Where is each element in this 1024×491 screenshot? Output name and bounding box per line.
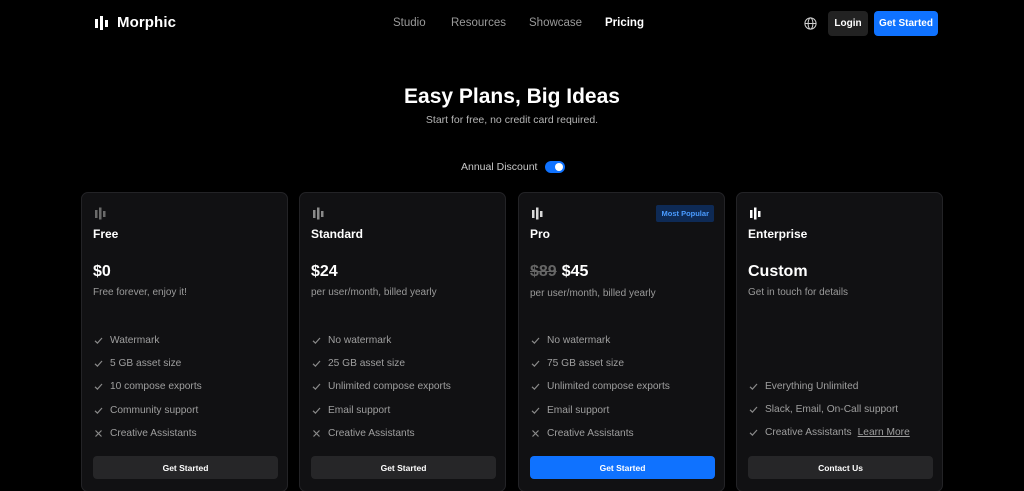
- feature-item: Creative Assistants Learn More: [748, 421, 910, 444]
- feature-item: 25 GB asset size: [311, 352, 451, 375]
- plan-name: Standard: [311, 227, 364, 241]
- feature-item: Unlimited compose exports: [311, 375, 451, 398]
- feature-item: Creative Assistants: [311, 422, 451, 445]
- plan-icon: [750, 207, 761, 220]
- x-icon: [532, 429, 539, 437]
- check-icon: [312, 384, 321, 391]
- most-popular-badge: Most Popular: [656, 205, 714, 222]
- annual-discount-control: Annual Discount: [461, 161, 566, 173]
- top-nav: Morphic Studio Resources Showcase Pricin…: [0, 0, 1024, 46]
- nav-link-resources[interactable]: Resources: [451, 17, 506, 29]
- nav-link-pricing[interactable]: Pricing: [605, 17, 644, 29]
- check-icon: [531, 360, 540, 368]
- price-value: $45: [561, 263, 589, 280]
- plan-price: $0: [93, 263, 111, 281]
- plan-price: $24: [311, 263, 338, 281]
- price-value: $24: [311, 263, 338, 280]
- plan-card-enterprise: Enterprise Custom Get in touch for detai…: [736, 192, 943, 491]
- plan-price-subtitle: Get in touch for details: [748, 287, 849, 298]
- x-icon: [95, 429, 102, 437]
- get-started-button[interactable]: Get Started: [530, 456, 715, 479]
- morphic-logo-icon: [95, 15, 108, 30]
- login-button[interactable]: Login: [828, 11, 868, 36]
- feature-item: Everything Unlimited: [748, 375, 910, 398]
- check-icon: [94, 337, 103, 345]
- plan-name: Pro: [530, 227, 551, 241]
- get-started-button[interactable]: Get Started: [93, 456, 278, 479]
- price-value: Custom: [748, 263, 808, 280]
- plan-icon: [313, 207, 324, 220]
- page-title: Easy Plans, Big Ideas: [404, 85, 620, 108]
- globe-icon[interactable]: [804, 17, 817, 30]
- feature-item: Email support: [530, 399, 670, 422]
- feature-item: Watermark: [93, 329, 202, 352]
- plan-icon: [95, 207, 106, 220]
- check-icon: [749, 383, 758, 391]
- feature-item: Community support: [93, 399, 202, 422]
- feature-list: No watermark 25 GB asset size Unlimited …: [311, 329, 451, 445]
- plan-card-free: Free $0 Free forever, enjoy it! Watermar…: [81, 192, 288, 491]
- plan-price: Custom: [748, 263, 808, 281]
- feature-item: Unlimited compose exports: [530, 375, 670, 398]
- check-icon: [94, 384, 103, 391]
- plan-card-pro: Most Popular Pro $89 $45 per user/month, …: [518, 192, 725, 491]
- feature-item: Creative Assistants: [530, 422, 670, 445]
- check-icon: [749, 406, 758, 414]
- plan-price-subtitle: per user/month, billed yearly: [530, 288, 656, 299]
- x-icon: [313, 429, 320, 437]
- check-icon: [312, 337, 321, 345]
- feature-item: 75 GB asset size: [530, 352, 670, 375]
- feature-list: Everything Unlimited Slack, Email, On-Ca…: [748, 375, 910, 445]
- check-icon: [312, 407, 321, 414]
- brand-logo[interactable]: Morphic: [95, 14, 176, 31]
- contact-us-button[interactable]: Contact Us: [748, 456, 933, 479]
- plan-icon: [532, 207, 543, 220]
- feature-item: Creative Assistants: [93, 422, 202, 445]
- price-value: $0: [93, 263, 111, 280]
- plan-name: Free: [93, 227, 119, 241]
- feature-item: No watermark: [530, 329, 670, 352]
- feature-list: Watermark 5 GB asset size 10 compose exp…: [93, 329, 202, 445]
- annual-discount-label: Annual Discount: [461, 161, 538, 173]
- check-icon: [531, 384, 540, 391]
- nav-link-studio[interactable]: Studio: [393, 17, 426, 29]
- plan-name: Enterprise: [748, 227, 808, 241]
- plan-price-subtitle: per user/month, billed yearly: [311, 287, 437, 298]
- plan-card-standard: Standard $24 per user/month, billed year…: [299, 192, 506, 491]
- old-price: $89: [530, 263, 557, 280]
- check-icon: [531, 337, 540, 345]
- annual-discount-toggle[interactable]: [545, 161, 566, 173]
- toggle-knob: [555, 163, 564, 171]
- page-subtitle: Start for free, no credit card required.: [425, 114, 599, 126]
- plan-price-subtitle: Free forever, enjoy it!: [93, 287, 187, 298]
- feature-item: Slack, Email, On-Call support: [748, 398, 910, 421]
- plan-price: $89 $45: [530, 263, 588, 281]
- get-started-button[interactable]: Get Started: [311, 456, 496, 479]
- check-icon: [312, 360, 321, 368]
- check-icon: [749, 430, 758, 437]
- check-icon: [94, 407, 103, 414]
- nav-link-showcase[interactable]: Showcase: [529, 17, 582, 29]
- brand-name: Morphic: [117, 14, 177, 31]
- get-started-nav-button[interactable]: Get Started: [874, 11, 938, 36]
- feature-list: No watermark 75 GB asset size Unlimited …: [530, 329, 670, 445]
- check-icon: [531, 407, 540, 414]
- learn-more-link[interactable]: Learn More: [858, 427, 910, 438]
- feature-item: Email support: [311, 399, 451, 422]
- feature-item: No watermark: [311, 329, 451, 352]
- feature-item: 10 compose exports: [93, 375, 202, 398]
- feature-item: 5 GB asset size: [93, 352, 202, 375]
- check-icon: [94, 360, 103, 368]
